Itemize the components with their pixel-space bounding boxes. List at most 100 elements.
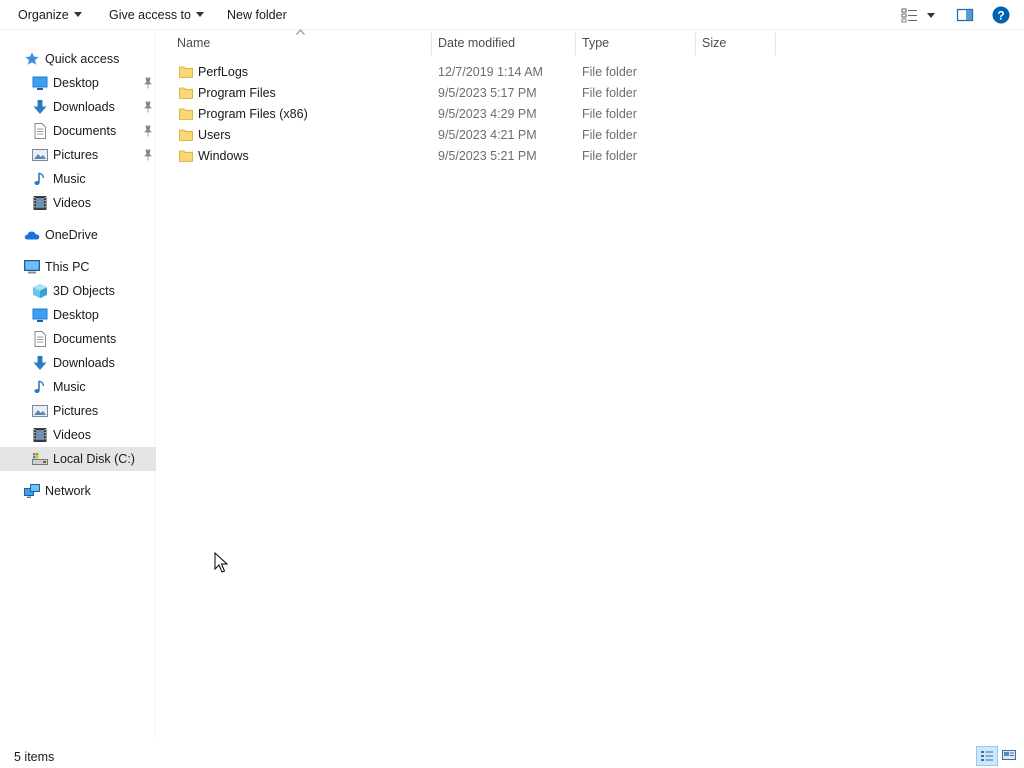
nav-quick-documents[interactable]: Documents xyxy=(0,119,156,143)
local-disk-icon xyxy=(32,453,48,465)
nav-pc-3d-objects[interactable]: 3D Objects xyxy=(0,279,156,303)
svg-text:?: ? xyxy=(997,9,1004,23)
nav-label: Pictures xyxy=(53,148,99,162)
3d-objects-icon xyxy=(33,283,47,299)
downloads-icon xyxy=(33,356,47,370)
folder-icon xyxy=(179,150,193,162)
navigation-pane: Quick access Desktop Downloads Documents xyxy=(0,31,156,737)
file-row[interactable]: PerfLogs 12/7/2019 1:14 AM File folder xyxy=(170,62,770,83)
give-access-button[interactable]: Give access to xyxy=(109,0,204,30)
file-row[interactable]: Program Files 9/5/2023 5:17 PM File fold… xyxy=(170,83,770,104)
view-options-icon xyxy=(901,8,935,23)
give-access-label: Give access to xyxy=(109,8,191,22)
onedrive-cloud-icon xyxy=(24,231,40,240)
file-type: File folder xyxy=(582,86,637,100)
file-row[interactable]: Windows 9/5/2023 5:21 PM File folder xyxy=(170,146,770,167)
nav-pc-pictures[interactable]: Pictures xyxy=(0,399,156,423)
column-header-size[interactable]: Size xyxy=(702,31,775,56)
star-icon xyxy=(25,52,39,65)
column-divider[interactable] xyxy=(575,33,576,55)
folder-icon xyxy=(179,108,193,120)
folder-icon xyxy=(179,66,193,78)
nav-label: OneDrive xyxy=(45,228,98,242)
music-icon xyxy=(34,380,45,393)
file-date-modified: 9/5/2023 5:21 PM xyxy=(438,149,537,163)
nav-onedrive[interactable]: OneDrive xyxy=(0,223,156,247)
pin-icon[interactable] xyxy=(143,125,153,137)
pictures-icon xyxy=(32,149,48,161)
large-icons-view-button[interactable] xyxy=(999,746,1021,766)
file-type: File folder xyxy=(582,149,637,163)
nav-label: 3D Objects xyxy=(53,284,115,298)
pin-icon[interactable] xyxy=(143,101,153,113)
nav-label: Desktop xyxy=(53,76,99,90)
column-divider[interactable] xyxy=(695,33,696,55)
organize-dropdown-icon xyxy=(73,12,82,17)
file-name: Windows xyxy=(198,149,249,163)
nav-quick-desktop[interactable]: Desktop xyxy=(0,71,156,95)
file-date-modified: 12/7/2019 1:14 AM xyxy=(438,65,543,79)
network-icon xyxy=(24,484,40,498)
file-row[interactable]: Users 9/5/2023 4:21 PM File folder xyxy=(170,125,770,146)
file-type: File folder xyxy=(582,107,637,121)
nav-label: Quick access xyxy=(45,52,120,66)
nav-quick-access[interactable]: Quick access xyxy=(0,47,156,71)
downloads-icon xyxy=(33,100,47,114)
pin-icon[interactable] xyxy=(143,149,153,161)
column-divider[interactable] xyxy=(775,33,776,55)
nav-pc-desktop[interactable]: Desktop xyxy=(0,303,156,327)
nav-label: This PC xyxy=(45,260,90,274)
computer-icon xyxy=(24,260,40,274)
help-button[interactable]: ? xyxy=(992,6,1010,24)
file-date-modified: 9/5/2023 5:17 PM xyxy=(438,86,537,100)
nav-label: Videos xyxy=(53,428,91,442)
nav-pc-music[interactable]: Music xyxy=(0,375,156,399)
nav-quick-pictures[interactable]: Pictures xyxy=(0,143,156,167)
file-name: Users xyxy=(198,128,231,142)
new-folder-button[interactable]: New folder xyxy=(227,0,287,30)
nav-quick-music[interactable]: Music xyxy=(0,167,156,191)
nav-pc-downloads[interactable]: Downloads xyxy=(0,351,156,375)
view-options-button[interactable] xyxy=(900,6,940,24)
nav-network[interactable]: Network xyxy=(0,479,156,503)
help-icon: ? xyxy=(992,6,1010,24)
command-bar: Organize Give access to New folder ? xyxy=(0,0,1024,30)
nav-this-pc[interactable]: This PC xyxy=(0,255,156,279)
organize-button[interactable]: Organize xyxy=(18,0,82,30)
nav-pc-videos[interactable]: Videos xyxy=(0,423,156,447)
nav-label: Network xyxy=(45,484,91,498)
preview-pane-button[interactable] xyxy=(956,6,974,24)
file-name: PerfLogs xyxy=(198,65,249,79)
status-item-count: 5 items xyxy=(14,750,55,764)
nav-label: Downloads xyxy=(53,100,115,114)
details-view-button[interactable] xyxy=(976,746,998,766)
documents-icon xyxy=(34,123,46,139)
large-icons-view-icon xyxy=(1002,750,1016,760)
column-header-name[interactable]: Name xyxy=(177,31,431,56)
nav-quick-videos[interactable]: Videos xyxy=(0,191,156,215)
nav-label: Documents xyxy=(53,124,117,138)
nav-label: Desktop xyxy=(53,308,99,322)
nav-label: Music xyxy=(53,172,86,186)
nav-label: Downloads xyxy=(53,356,115,370)
nav-label: Local Disk (C:) xyxy=(53,452,135,466)
column-divider[interactable] xyxy=(431,33,432,55)
nav-label: Videos xyxy=(53,196,91,210)
file-name: Program Files xyxy=(198,86,276,100)
column-header-date-modified[interactable]: Date modified xyxy=(438,31,575,56)
pictures-icon xyxy=(32,405,48,417)
pin-icon[interactable] xyxy=(143,77,153,89)
nav-pc-local-disk[interactable]: Local Disk (C:) xyxy=(0,447,156,471)
file-type: File folder xyxy=(582,128,637,142)
nav-label: Documents xyxy=(53,332,117,346)
videos-icon xyxy=(33,196,47,210)
nav-quick-downloads[interactable]: Downloads xyxy=(0,95,156,119)
details-view-icon xyxy=(981,751,993,761)
nav-label: Pictures xyxy=(53,404,99,418)
mouse-cursor-icon xyxy=(214,552,228,573)
preview-pane-icon xyxy=(956,8,974,22)
file-row[interactable]: Program Files (x86) 9/5/2023 4:29 PM Fil… xyxy=(170,104,770,125)
videos-icon xyxy=(33,428,47,442)
nav-pc-documents[interactable]: Documents xyxy=(0,327,156,351)
column-header-type[interactable]: Type xyxy=(582,31,695,56)
